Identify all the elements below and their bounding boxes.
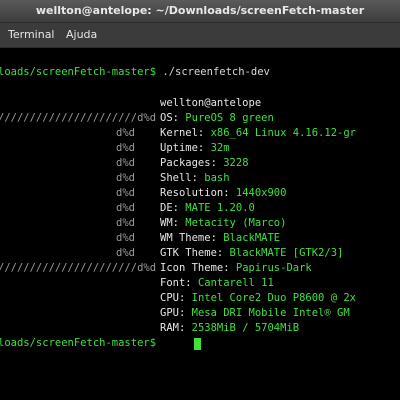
info-row: Font: Cantarell 11 [160,277,274,290]
info-row: Packages: 3228 [160,157,249,170]
logo-line: //////////////////////d%d [0,262,157,274]
info-row: Icon Theme: Papirus-Dark [160,262,312,275]
info-key: Kernel: [160,127,205,139]
menu-help[interactable]: Ajuda [66,28,97,41]
info-row: Kernel: x86_64 Linux 4.16.12-gr [160,127,356,140]
logo-line: d%d [116,172,135,184]
info-row: CPU: Intel Core2 Duo P8600 @ 2x [160,292,356,305]
info-key: GPU: [160,307,186,319]
logo-line: d%d [116,232,135,244]
info-value: 1440x900 [235,187,287,199]
info-key: Uptime: [160,142,205,154]
info-row: RAM: 2538MiB / 5704MiB [160,322,299,335]
prompt: loads/screenFetch-master$ [0,337,157,349]
info-value: Papirus-Dark [235,262,312,274]
info-key: GTK Theme: [160,247,224,259]
text-cursor [194,338,201,350]
info-row: WM Theme: BlackMATE [160,232,280,245]
logo-line: //////////////////////d%d [0,112,157,124]
info-value: x86_64 Linux 4.16.12-gr [210,127,356,139]
logo-line: d%d [116,187,135,199]
info-value: MATE 1.20.0 [185,202,255,214]
logo-line: d%d [116,142,135,154]
terminal-output[interactable]: loads/screenFetch-master$ ./screenfetch-… [0,48,400,400]
info-row: GPU: Mesa DRI Mobile Intel® GM [160,307,350,320]
logo-line: d%d [116,217,135,229]
info-value: Cantarell 11 [197,277,274,289]
info-row: DE: MATE 1.20.0 [160,202,255,215]
menu-bar: Terminal Ajuda [0,23,400,48]
info-key: Shell: [160,172,198,184]
command: ./screenfetch-dev [162,66,270,78]
info-row: Resolution: 1440x900 [160,187,286,200]
window-titlebar[interactable]: wellton@antelope: ~/Downloads/screenFetc… [0,0,400,23]
info-value: 3228 [223,157,249,169]
info-value: BlackMATE [GTK2/3] [229,247,344,259]
info-key: WM: [160,217,179,229]
info-value: Mesa DRI Mobile Intel® GM [191,307,350,319]
info-value: bash [204,172,230,184]
logo-line: d%d [116,157,135,169]
info-key: CPU: [160,292,186,304]
info-value: BlackMATE [223,232,281,244]
prompt-line: loads/screenFetch-master$ [0,337,156,350]
command-line: loads/screenFetch-master$ ./screenfetch-… [0,66,270,79]
info-value: Metacity (Marco) [185,217,287,229]
logo-line: d%d [116,127,135,139]
info-row: GTK Theme: BlackMATE [GTK2/3] [160,247,343,260]
info-value: 2538MiB / 5704MiB [191,322,300,334]
info-key: Packages: [160,157,217,169]
info-key: Font: [160,277,192,289]
info-key: OS: [160,112,179,124]
info-row: WM: Metacity (Marco) [160,217,286,230]
info-row: OS: PureOS 8 green [160,112,274,125]
info-key: DE: [160,202,179,214]
info-key: Resolution: [160,187,230,199]
info-value: 32m [210,142,230,154]
menu-terminal[interactable]: Terminal [8,28,55,41]
info-value: PureOS 8 green [185,112,274,124]
info-key: Icon Theme: [160,262,230,274]
info-key: WM Theme: [160,232,217,244]
info-key: RAM: [160,322,186,334]
user-host: wellton@antelope [160,97,262,109]
window-title: wellton@antelope: ~/Downloads/screenFetc… [35,4,365,17]
logo-line: d%d [116,202,135,214]
logo-line: d%d [116,247,135,259]
info-row: Uptime: 32m [160,142,230,155]
prompt: loads/screenFetch-master$ [0,66,157,78]
info-row: Shell: bash [160,172,230,185]
info-value: Intel Core2 Duo P8600 @ 2x [191,292,356,304]
